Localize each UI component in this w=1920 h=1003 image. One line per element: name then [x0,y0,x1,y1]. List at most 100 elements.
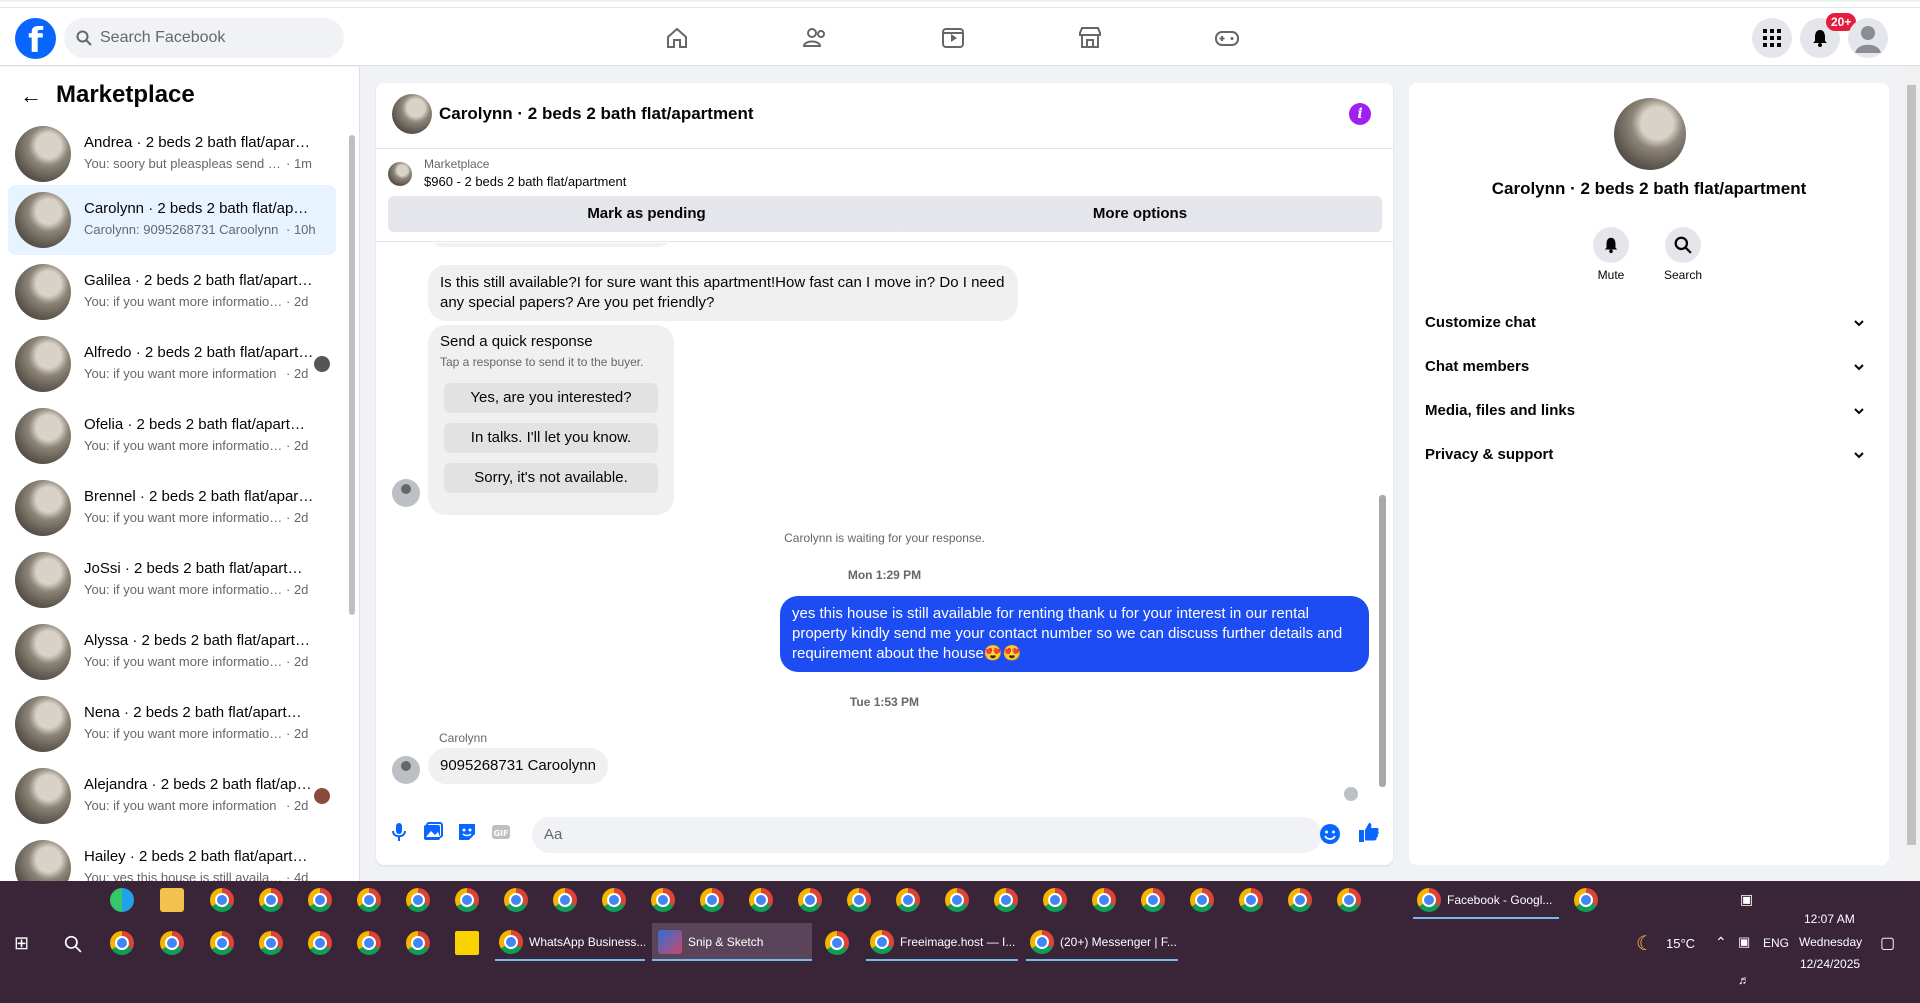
taskbar-app-freeimage[interactable]: Freeimage.host — I... [866,923,1018,961]
chat-members-section[interactable]: Chat members [1425,349,1873,385]
mark-as-pending-button[interactable]: Mark as pending [388,196,905,232]
chrome-icon[interactable] [994,888,1018,912]
menu-grid-button[interactable] [1752,18,1792,58]
friends-icon[interactable] [801,24,829,52]
photo-icon[interactable] [422,821,444,843]
chrome-icon[interactable] [553,888,577,912]
conversation-item[interactable]: Alejandra · 2 beds 2 bath flat/apartment… [8,761,336,831]
clock-time[interactable]: 12:07 AM [1804,912,1855,926]
chrome-icon[interactable] [1043,888,1067,912]
mute-button[interactable]: Mute [1581,227,1641,282]
more-options-button[interactable]: More options [898,196,1382,232]
video-icon[interactable] [939,24,967,52]
chrome-icon[interactable] [110,931,134,955]
chrome-icon[interactable] [896,888,920,912]
file-explorer-icon[interactable] [160,888,184,912]
conversation-item[interactable]: Galilea · 2 beds 2 bath flat/apartment Y… [8,257,336,327]
taskbar-app-snip-sketch[interactable]: Snip & Sketch [652,923,812,961]
back-arrow-icon[interactable]: ← [20,83,42,109]
taskbar-app-whatsapp[interactable]: WhatsApp Business... [495,923,645,961]
weather-temp[interactable]: 15°C [1666,936,1695,951]
chrome-icon[interactable] [1190,888,1214,912]
chrome-icon[interactable] [308,931,332,955]
chrome-icon[interactable] [651,888,675,912]
chrome-icon[interactable] [504,888,528,912]
chrome-icon[interactable] [406,888,430,912]
chat-title[interactable]: Carolynn · 2 beds 2 bath flat/apartment [439,104,754,124]
chrome-icon[interactable] [1574,888,1598,912]
avatar[interactable] [1614,98,1686,170]
info-icon[interactable]: i [1349,103,1371,125]
conversation-item[interactable]: Nena · 2 beds 2 bath flat/apartment You:… [8,689,336,759]
conversation-item[interactable]: Alyssa · 2 beds 2 bath flat/apartment Yo… [8,617,336,687]
conversation-item[interactable]: JoSsi · 2 beds 2 bath flat/apartment You… [8,545,336,615]
customize-chat-section[interactable]: Customize chat [1425,305,1873,341]
message-input[interactable]: Aa [532,817,1322,853]
chrome-icon[interactable] [357,888,381,912]
quick-response-option[interactable]: Sorry, it's not available. [444,463,658,493]
chrome-icon[interactable] [798,888,822,912]
moon-weather-icon[interactable]: ☾ [1636,931,1654,956]
sticker-icon[interactable] [456,821,478,843]
facebook-logo-icon[interactable]: f [15,18,56,61]
chrome-icon[interactable] [406,931,430,955]
chrome-icon[interactable] [847,888,871,912]
language-indicator[interactable]: ENG [1763,936,1789,950]
chrome-icon[interactable] [1092,888,1116,912]
conversation-item[interactable]: Andrea · 2 beds 2 bath flat/apartment Yo… [8,119,336,189]
conversation-item-active[interactable]: Carolynn · 2 beds 2 bath flat/apartment … [8,185,336,255]
chrome-icon[interactable] [1337,888,1361,912]
notification-center-icon[interactable]: ▢ [1880,933,1895,953]
gif-icon[interactable]: GIF [490,821,512,843]
chrome-icon[interactable] [210,888,234,912]
search-input[interactable]: Search Facebook [64,18,344,58]
privacy-support-section[interactable]: Privacy & support [1425,437,1873,473]
clock-day[interactable]: Wednesday [1799,935,1862,949]
gaming-icon[interactable] [1213,24,1241,52]
chrome-icon[interactable] [259,888,283,912]
chrome-icon[interactable] [357,931,381,955]
conversation-item[interactable]: Brennel · 2 beds 2 bath flat/apartment Y… [8,473,336,543]
chrome-icon[interactable] [308,888,332,912]
conversation-item[interactable]: Alfredo · 2 beds 2 bath flat/apartment Y… [8,329,336,399]
media-files-links-section[interactable]: Media, files and links [1425,393,1873,429]
chrome-icon[interactable] [1239,888,1263,912]
chevron-up-icon[interactable]: ⌃ [1715,934,1727,951]
chrome-icon[interactable] [945,888,969,912]
quick-response-option[interactable]: Yes, are you interested? [444,383,658,413]
chrome-icon[interactable] [700,888,724,912]
chrome-icon[interactable] [1141,888,1165,912]
search-icon[interactable] [64,935,82,953]
chat-scrollbar[interactable] [1376,243,1388,801]
chrome-icon[interactable] [825,931,849,955]
sticky-notes-icon[interactable] [455,931,479,955]
taskbar-app-messenger[interactable]: (20+) Messenger | F... [1026,923,1178,961]
emoji-icon[interactable] [1319,823,1341,845]
page-scrollbar[interactable] [1903,67,1920,881]
volume-icon[interactable]: ♬ [1738,973,1750,987]
search-in-chat-button[interactable]: Search [1653,227,1713,282]
like-icon[interactable] [1358,821,1380,843]
chrome-icon[interactable] [160,931,184,955]
chrome-icon[interactable] [455,888,479,912]
sidebar-scrollbar[interactable] [348,111,356,631]
chrome-icon[interactable] [749,888,773,912]
listing-price[interactable]: $960 - 2 beds 2 bath flat/apartment [424,174,626,189]
marketplace-icon[interactable] [1076,24,1104,52]
chrome-icon[interactable] [602,888,626,912]
chrome-icon[interactable] [1288,888,1312,912]
chrome-icon[interactable] [210,931,234,955]
avatar[interactable] [392,94,432,134]
network-icon[interactable]: ▣ [1738,934,1750,950]
edge-icon[interactable] [110,888,134,912]
home-icon[interactable] [663,24,691,52]
quick-response-option[interactable]: In talks. I'll let you know. [444,423,658,453]
windows-start-icon[interactable]: ⊞ [14,933,29,954]
conversation-item[interactable]: Hailey · 2 beds 2 bath flat/apartment Yo… [8,833,336,881]
chrome-icon[interactable] [259,931,283,955]
task-view-icon[interactable]: ▣ [1740,891,1753,908]
account-avatar-button[interactable] [1848,18,1888,58]
conversation-item[interactable]: Ofelia · 2 beds 2 bath flat/apartment Yo… [8,401,336,471]
microphone-icon[interactable] [388,821,410,843]
taskbar-app-facebook[interactable]: Facebook - Googl... [1413,881,1559,919]
